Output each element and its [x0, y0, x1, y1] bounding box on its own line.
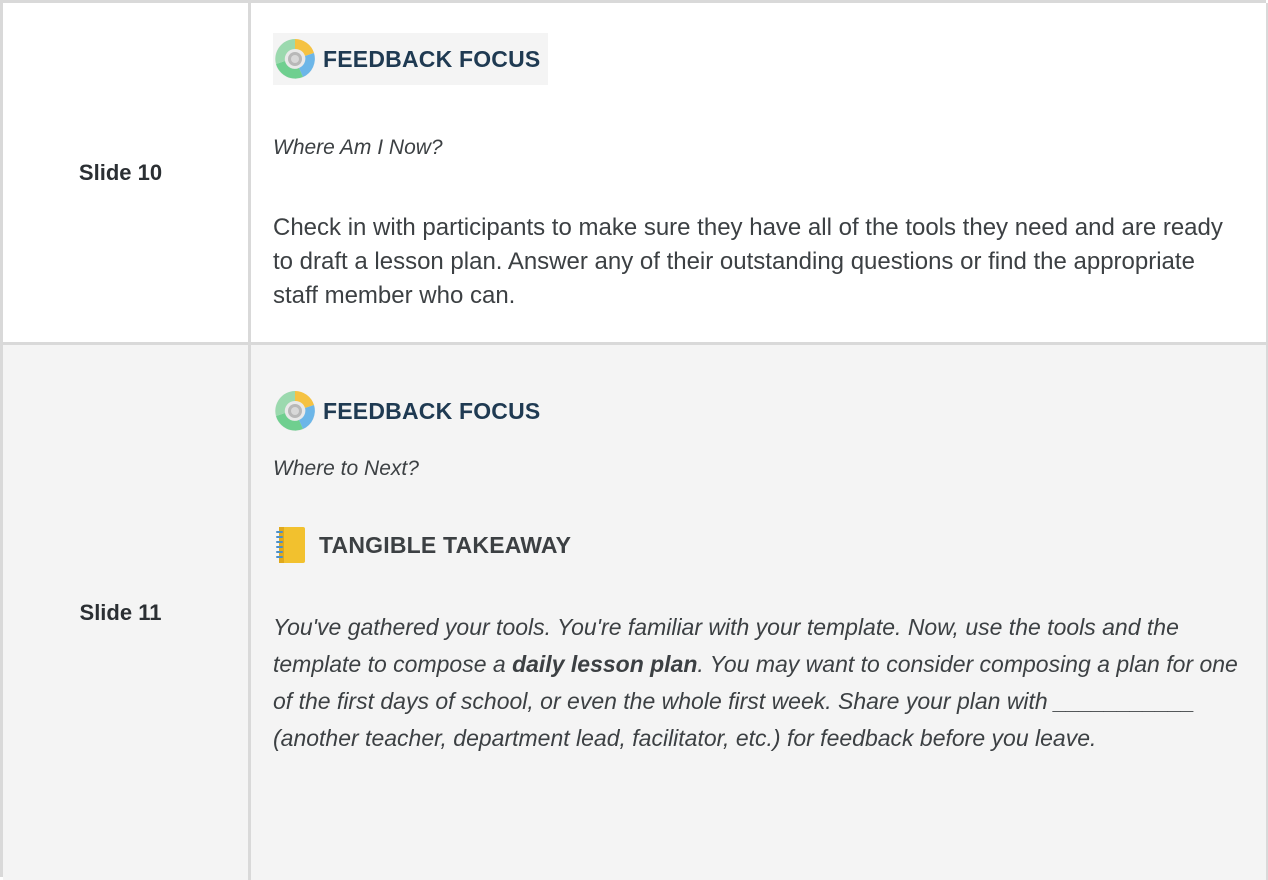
slide-label: Slide 11: [79, 599, 162, 625]
feedback-focus-title: FEEDBACK FOCUS: [323, 45, 541, 72]
feedback-focus-heading: FEEDBACK FOCUS: [273, 33, 549, 85]
slide-notes-cell: FEEDBACK FOCUS Where to Next? TANGIBLE T…: [253, 345, 1268, 880]
table-row-slide-10: Slide 10 FEEDBACK FOCUS Where Am I Now? …: [3, 3, 1268, 345]
tangible-takeaway-title: TANGIBLE TAKEAWAY: [319, 531, 572, 558]
table-row-slide-11: Slide 11 FEEDBACK FOCUS Where to Next? T…: [3, 345, 1268, 880]
feedback-question: Where to Next?: [273, 457, 419, 480]
takeaway-instructions: You've gathered your tools. You're famil…: [273, 609, 1258, 757]
slide-label-cell: Slide 10: [3, 3, 251, 342]
feedback-focus-heading: FEEDBACK FOCUS: [273, 387, 548, 435]
feedback-cycle-icon: [275, 391, 315, 431]
slide-label-cell: Slide 11: [3, 345, 251, 880]
slide-label: Slide 10: [78, 159, 163, 185]
takeaway-emphasis: daily lesson plan: [512, 651, 698, 677]
notebook-icon: [276, 527, 305, 563]
tangible-takeaway-heading: TANGIBLE TAKEAWAY: [273, 521, 571, 569]
facilitator-note: Check in with participants to make sure …: [273, 214, 1223, 309]
slide-notes-cell: FEEDBACK FOCUS Where Am I Now? Check in …: [253, 3, 1268, 342]
feedback-focus-title: FEEDBACK FOCUS: [323, 397, 541, 424]
feedback-question: Where Am I Now?: [273, 136, 443, 159]
feedback-cycle-icon: [275, 39, 315, 79]
lesson-facilitation-table: Slide 10 FEEDBACK FOCUS Where Am I Now? …: [0, 0, 1268, 880]
